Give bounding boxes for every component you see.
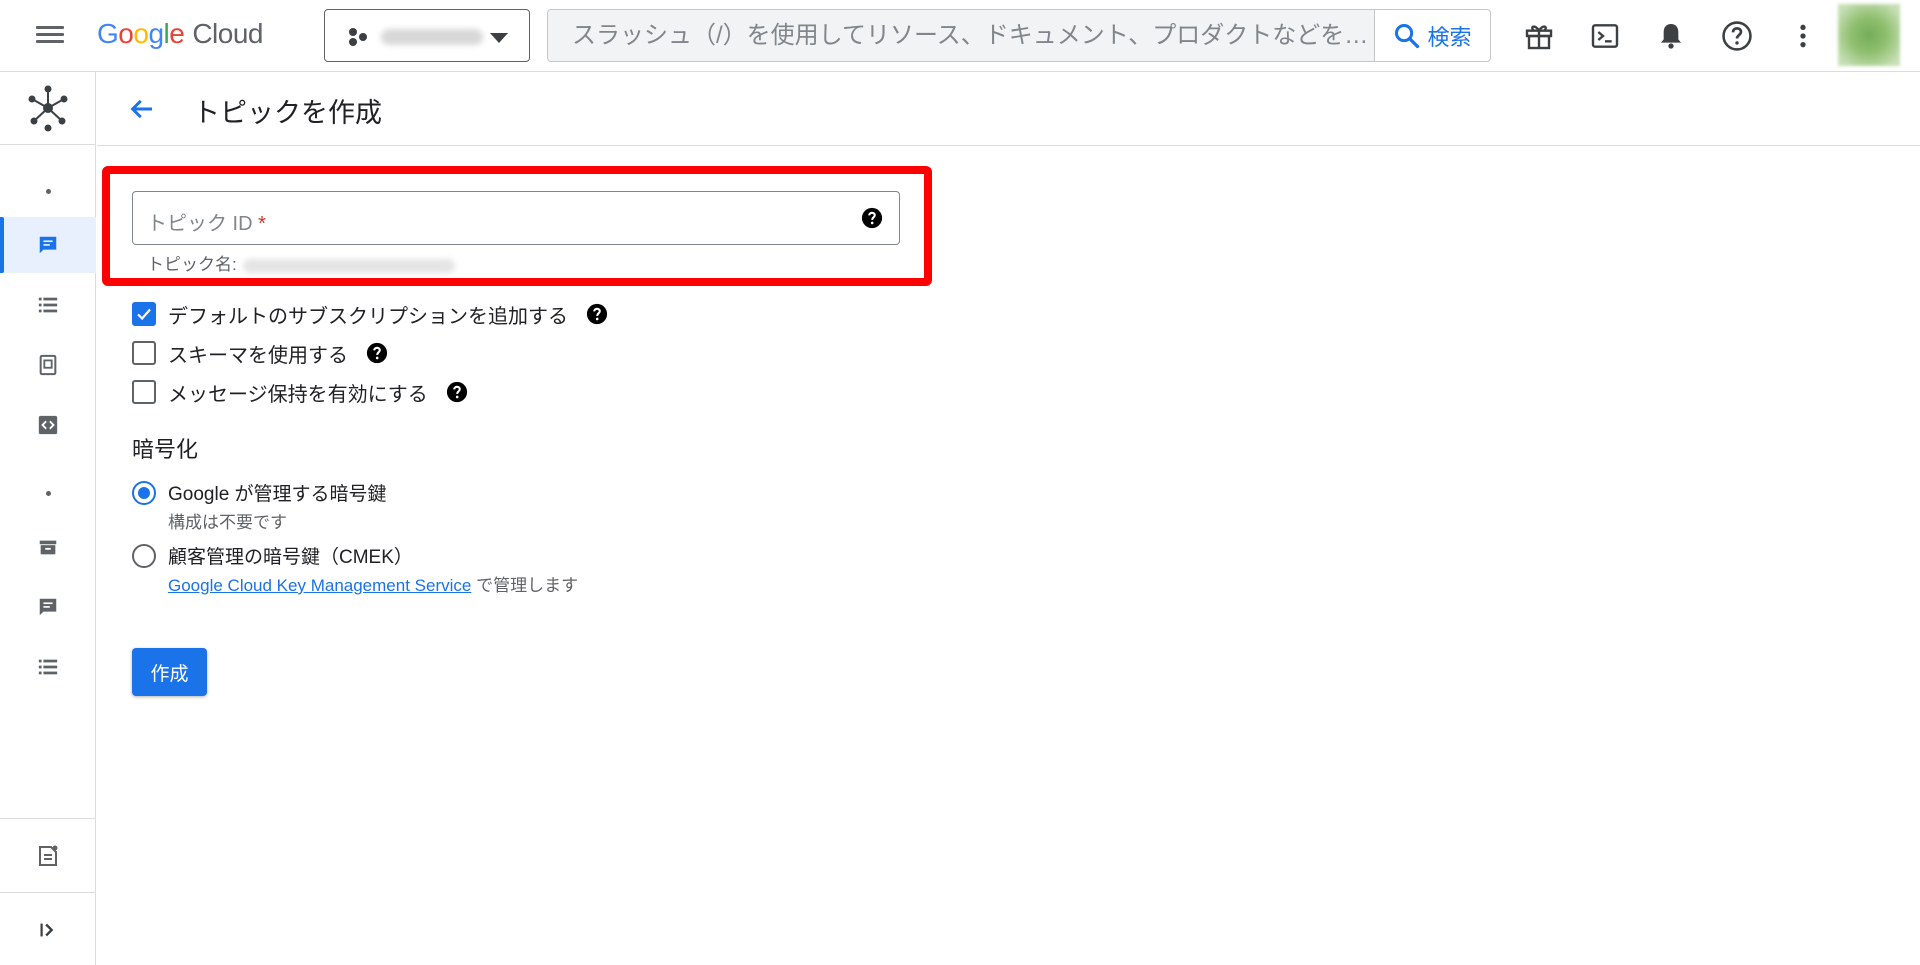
google-managed-key-label: Google が管理する暗号鍵	[168, 484, 387, 505]
radio-selected[interactable]	[132, 480, 156, 505]
cloud-shell-terminal-icon[interactable]	[1585, 16, 1625, 56]
nav-snapshots-icon[interactable]	[0, 337, 96, 393]
search-button-label: 検索	[1427, 24, 1472, 50]
release-notes-icon[interactable]	[0, 828, 96, 884]
left-nav-rail	[0, 72, 96, 965]
page-header: トピックを作成	[97, 72, 1920, 146]
cmek-label: 顧客管理の暗号鍵（CMEK）	[168, 547, 413, 568]
required-mark: *	[258, 213, 266, 235]
search-input[interactable]	[548, 10, 1374, 61]
radio-unselected[interactable]	[132, 543, 156, 568]
search-bar: 検索	[547, 9, 1491, 62]
message-retention-label: メッセージ保持を有効にする	[168, 383, 428, 406]
pubsub-product-icon[interactable]	[0, 80, 96, 136]
help-filled-icon[interactable]	[446, 381, 468, 403]
arrow-back-icon	[130, 99, 152, 119]
nav-lite-topics-icon[interactable]	[0, 579, 96, 635]
gift-icon[interactable]	[1519, 16, 1559, 56]
create-button[interactable]: 作成	[132, 648, 207, 696]
project-picker[interactable]	[324, 9, 530, 62]
search-icon	[1395, 23, 1420, 48]
nav-section-dot	[46, 189, 51, 194]
google-cloud-logo[interactable]: Google Cloud	[97, 18, 263, 50]
expand-nav-icon[interactable]	[0, 902, 96, 958]
cmek-hint: Google Cloud Key Management Service で管理し…	[168, 576, 579, 595]
cloud-kms-link[interactable]: Google Cloud Key Management Service	[168, 576, 471, 595]
topic-name-redacted	[242, 258, 455, 273]
default-subscription-checkbox[interactable]: デフォルトのサブスクリプションを追加する	[132, 300, 608, 328]
encryption-section-title: 暗号化	[132, 437, 199, 462]
notifications-bell-icon[interactable]	[1651, 16, 1691, 56]
nav-schemas-icon[interactable]	[0, 397, 96, 453]
use-schema-checkbox[interactable]: スキーマを使用する	[132, 339, 388, 367]
default-subscription-label: デフォルトのサブスクリプションを追加する	[168, 305, 568, 328]
help-icon[interactable]	[1717, 16, 1757, 56]
nav-lite-reservations-icon[interactable]	[0, 519, 96, 575]
topic-id-field[interactable]: トピック ID *	[132, 191, 900, 245]
nav-subscriptions-icon[interactable]	[0, 277, 96, 333]
nav-lite-subscriptions-icon[interactable]	[0, 639, 96, 695]
nav-topics-icon[interactable]	[0, 217, 96, 273]
help-filled-icon[interactable]	[366, 342, 388, 364]
project-name-redacted	[381, 29, 483, 45]
checkbox-unchecked[interactable]	[132, 380, 156, 404]
message-retention-checkbox[interactable]: メッセージ保持を有効にする	[132, 378, 468, 406]
page-title: トピックを作成	[193, 98, 382, 128]
back-button[interactable]	[121, 88, 163, 130]
checkbox-checked[interactable]	[132, 302, 156, 326]
checkbox-unchecked[interactable]	[132, 341, 156, 365]
main-menu-icon[interactable]	[34, 22, 66, 48]
topic-id-label: トピック ID *	[147, 213, 266, 235]
use-schema-label: スキーマを使用する	[168, 344, 348, 367]
check-icon	[137, 308, 151, 321]
chevron-down-icon	[490, 33, 508, 43]
help-filled-icon[interactable]	[586, 303, 608, 325]
search-button[interactable]: 検索	[1374, 10, 1490, 61]
cmek-radio[interactable]: 顧客管理の暗号鍵（CMEK）	[132, 542, 413, 569]
account-avatar[interactable]	[1838, 4, 1900, 66]
google-managed-key-hint: 構成は不要です	[168, 513, 287, 532]
top-bar: GoogleCloud 検索	[0, 0, 1920, 72]
help-filled-icon[interactable]	[861, 207, 883, 234]
topic-name-hint: トピック名:	[147, 250, 455, 275]
nav-section-dot	[46, 491, 51, 496]
project-hub-icon	[349, 28, 367, 46]
google-managed-key-radio[interactable]: Google が管理する暗号鍵	[132, 479, 387, 506]
more-vert-icon[interactable]	[1783, 16, 1823, 56]
